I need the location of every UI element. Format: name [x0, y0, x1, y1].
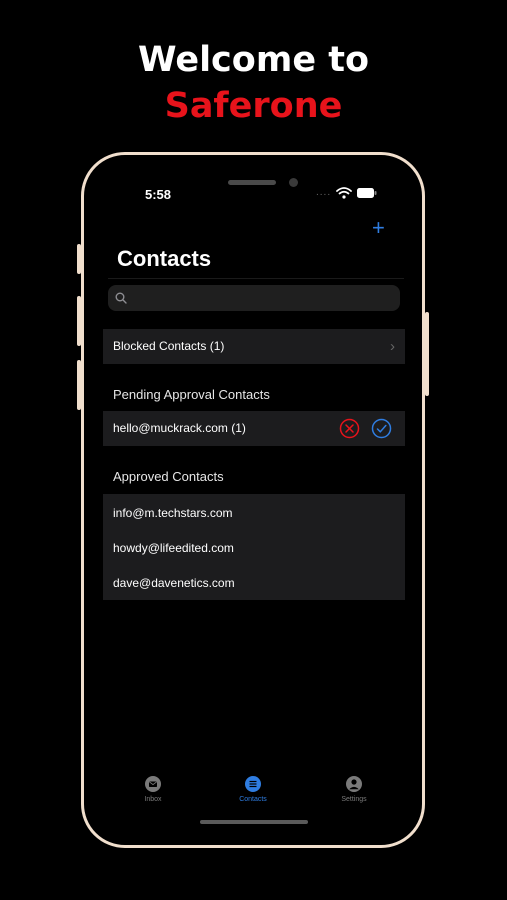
person-icon [346, 776, 362, 792]
reject-icon[interactable] [339, 418, 360, 439]
tab-inbox[interactable]: Inbox [118, 776, 188, 803]
phone-power-button [425, 312, 429, 396]
home-indicator[interactable] [200, 820, 308, 824]
pending-section-title: Pending Approval Contacts [113, 387, 270, 402]
tab-contacts[interactable]: Contacts [218, 776, 288, 803]
list-item[interactable]: info@m.techstars.com [113, 506, 233, 520]
list-item[interactable]: dave@davenetics.com [113, 576, 235, 590]
pending-contact-row[interactable]: hello@muckrack.com (1) [103, 411, 405, 446]
tab-inbox-label: Inbox [144, 796, 162, 803]
add-contact-button[interactable]: + [372, 217, 385, 239]
blocked-contacts-row[interactable]: Blocked Contacts (1) › [103, 329, 405, 364]
mail-icon [145, 776, 161, 792]
camera-icon [289, 178, 298, 187]
search-input[interactable] [134, 285, 396, 313]
list-item[interactable]: howdy@lifeedited.com [113, 541, 234, 555]
approved-section-title: Approved Contacts [113, 469, 224, 484]
page-title: Contacts [117, 246, 212, 271]
phone-speaker [228, 180, 276, 185]
pending-contact-email: hello@muckrack.com (1) [113, 421, 246, 435]
wifi-icon [336, 187, 352, 199]
title-divider [108, 278, 404, 279]
approve-icon[interactable] [371, 418, 392, 439]
tab-settings[interactable]: Settings [319, 776, 389, 803]
tab-contacts-label: Contacts [239, 796, 267, 803]
search-bar[interactable] [108, 285, 400, 313]
chevron-right-icon: › [390, 338, 395, 355]
status-time: 5:58 [145, 187, 172, 202]
blocked-contacts-label: Blocked Contacts (1) [113, 339, 225, 353]
promo-line-2: Saferone [164, 86, 343, 126]
list-icon [245, 776, 261, 792]
signal-icon: .... [316, 187, 332, 198]
tab-settings-label: Settings [341, 796, 367, 803]
battery-icon [357, 188, 377, 198]
search-icon [115, 292, 127, 304]
promo-line-1: Welcome to [137, 40, 370, 80]
approved-contacts-list: info@m.techstars.com howdy@lifeedited.co… [103, 494, 405, 600]
